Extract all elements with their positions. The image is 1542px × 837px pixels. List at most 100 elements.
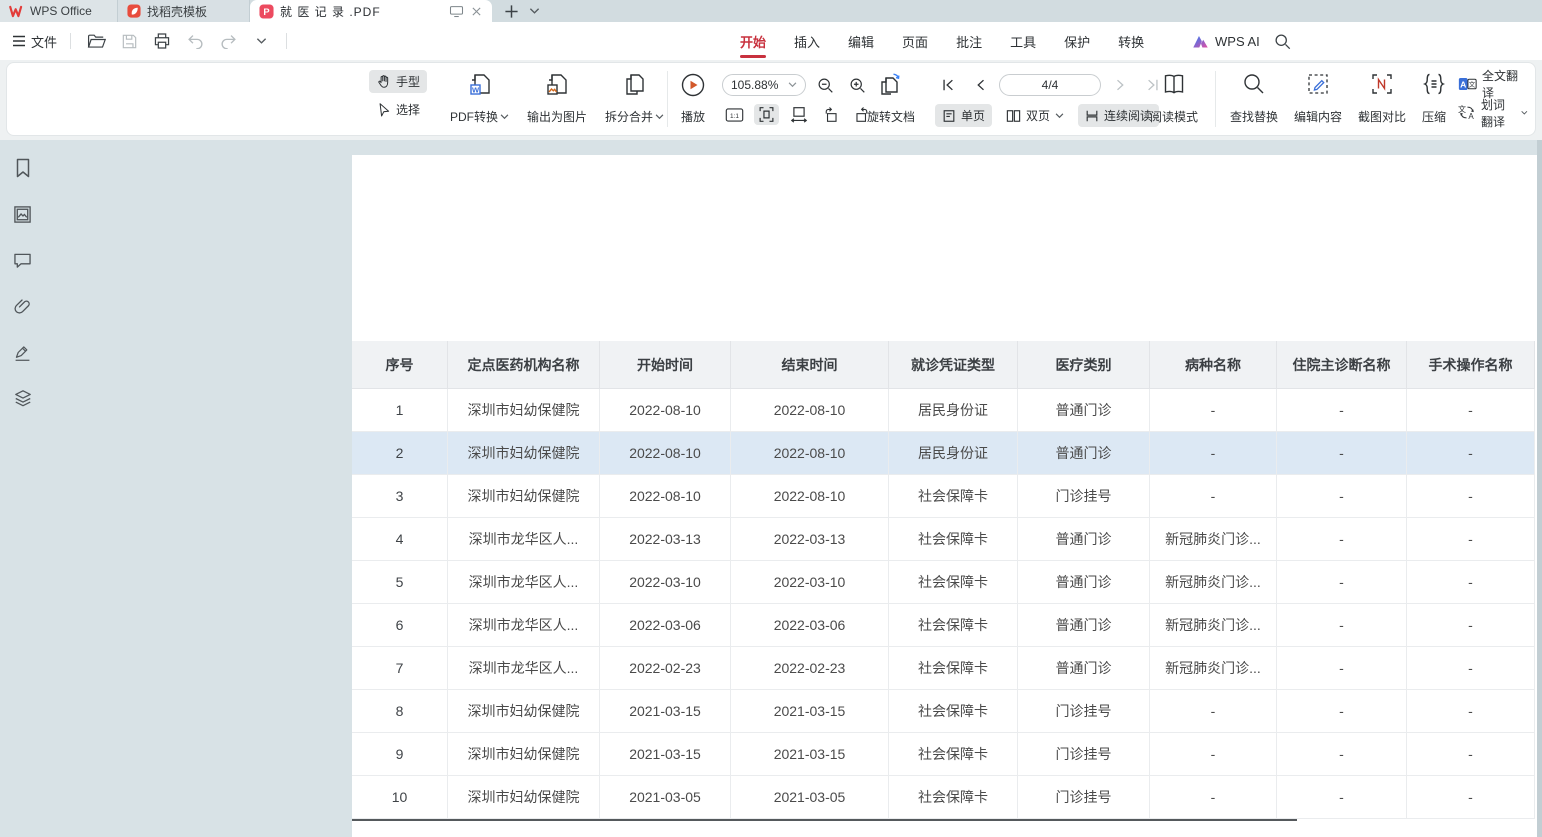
tab-docer[interactable]: 找稻壳模板 bbox=[118, 0, 250, 22]
table-row[interactable]: 9 深圳市妇幼保健院 2021-03-15 2021-03-15 社会保障卡 门… bbox=[352, 733, 1535, 776]
layers-panel-icon[interactable] bbox=[10, 385, 36, 411]
tab-list-chevron-icon[interactable] bbox=[529, 7, 540, 15]
svg-text:文: 文 bbox=[1469, 79, 1476, 88]
pdf-convert-button[interactable]: W PDF转换 bbox=[445, 69, 514, 127]
page-number-input[interactable] bbox=[999, 74, 1101, 96]
vertical-scrollbar[interactable] bbox=[1537, 140, 1542, 837]
play-button[interactable]: 播放 bbox=[675, 69, 711, 127]
table-row[interactable]: 2 深圳市妇幼保健院 2022-08-10 2022-08-10 居民身份证 普… bbox=[352, 432, 1535, 475]
cell-start-date: 2021-03-15 bbox=[600, 733, 731, 776]
table-row[interactable]: 3 深圳市妇幼保健院 2022-08-10 2022-08-10 社会保障卡 门… bbox=[352, 475, 1535, 518]
thumbnail-panel-icon[interactable] bbox=[10, 201, 36, 227]
table-row[interactable]: 7 深圳市龙华区人... 2022-02-23 2022-02-23 社会保障卡… bbox=[352, 647, 1535, 690]
zoom-out-icon[interactable] bbox=[813, 75, 838, 96]
menu-bar: 文件 开始插入编辑页面批注工具保护转换 bbox=[0, 22, 1542, 60]
cell-operation-name: - bbox=[1407, 604, 1535, 647]
svg-text:文: 文 bbox=[1458, 104, 1466, 114]
cell-disease-name: 新冠肺炎门诊... bbox=[1150, 561, 1277, 604]
cell-disease-name: - bbox=[1150, 432, 1277, 475]
double-page-view-button[interactable]: 双页 bbox=[999, 104, 1071, 127]
cell-index: 2 bbox=[352, 432, 448, 475]
zoom-level-value: 105.88% bbox=[731, 78, 778, 92]
menu-item[interactable]: 转换 bbox=[1104, 22, 1158, 60]
menu-item[interactable]: 保护 bbox=[1050, 22, 1104, 60]
tab-document-active[interactable]: P 就 医 记 录 .PDF bbox=[250, 0, 492, 22]
fit-width-icon[interactable] bbox=[786, 104, 811, 125]
cell-operation-name: - bbox=[1407, 475, 1535, 518]
cell-medical-category: 普通门诊 bbox=[1018, 432, 1150, 475]
compress-button[interactable]: 压缩 bbox=[1417, 69, 1451, 127]
hand-tool-button[interactable]: 手型 bbox=[369, 70, 427, 93]
table-bottom-border bbox=[352, 819, 1297, 821]
menu-item[interactable]: 工具 bbox=[996, 22, 1050, 60]
full-text-translate-button[interactable]: A文 全文翻译 bbox=[1451, 72, 1535, 95]
single-page-view-button[interactable]: 单页 bbox=[935, 104, 992, 127]
signature-icon[interactable] bbox=[10, 339, 36, 365]
redo-icon[interactable] bbox=[216, 29, 240, 53]
undo-icon[interactable] bbox=[183, 29, 207, 53]
cell-institution: 深圳市妇幼保健院 bbox=[448, 475, 600, 518]
new-tab-icon[interactable] bbox=[504, 4, 519, 19]
cell-disease-name: - bbox=[1150, 389, 1277, 432]
table-row[interactable]: 10 深圳市妇幼保健院 2021-03-05 2021-03-05 社会保障卡 … bbox=[352, 776, 1535, 819]
cell-institution: 深圳市妇幼保健院 bbox=[448, 690, 600, 733]
menu-item[interactable]: 插入 bbox=[780, 22, 834, 60]
export-image-button[interactable]: 输出为图片 bbox=[522, 69, 592, 127]
word-translate-button[interactable]: 文A 划词翻译 bbox=[1451, 101, 1535, 124]
comment-panel-icon[interactable] bbox=[10, 247, 36, 273]
play-label: 播放 bbox=[681, 108, 705, 125]
divider bbox=[286, 33, 287, 49]
chevron-down-icon bbox=[500, 114, 509, 120]
menu-item[interactable]: 批注 bbox=[942, 22, 996, 60]
present-monitor-icon[interactable] bbox=[449, 5, 464, 18]
wps-ai-menu[interactable]: WPS AI bbox=[1192, 22, 1260, 60]
actual-size-icon[interactable]: 1:1 bbox=[722, 104, 747, 125]
find-replace-label: 查找替换 bbox=[1230, 108, 1278, 125]
menu-item[interactable]: 开始 bbox=[726, 22, 780, 60]
fit-page-icon[interactable] bbox=[754, 104, 779, 125]
table-row[interactable]: 5 深圳市龙华区人... 2022-03-10 2022-03-10 社会保障卡… bbox=[352, 561, 1535, 604]
more-actions-chevron-icon[interactable] bbox=[249, 29, 273, 53]
divider bbox=[70, 33, 71, 49]
table-row[interactable]: 1 深圳市妇幼保健院 2022-08-10 2022-08-10 居民身份证 普… bbox=[352, 389, 1535, 432]
column-header: 病种名称 bbox=[1150, 341, 1277, 389]
file-menu-button[interactable]: 文件 bbox=[12, 32, 57, 51]
table-row[interactable]: 4 深圳市龙华区人... 2022-03-13 2022-03-13 社会保障卡… bbox=[352, 518, 1535, 561]
pdf-page[interactable]: 序号定点医药机构名称开始时间结束时间就诊凭证类型医疗类别病种名称住院主诊断名称手… bbox=[352, 155, 1537, 837]
menu-item[interactable]: 编辑 bbox=[834, 22, 888, 60]
tab-wps-office[interactable]: WPS Office bbox=[0, 0, 118, 22]
select-tool-button[interactable]: 选择 bbox=[369, 98, 427, 121]
bookmark-icon[interactable] bbox=[10, 155, 36, 181]
cell-institution: 深圳市妇幼保健院 bbox=[448, 389, 600, 432]
search-icon bbox=[1242, 72, 1266, 96]
read-mode-button[interactable]: 阅读模式 bbox=[1145, 69, 1203, 127]
first-page-icon[interactable] bbox=[935, 75, 960, 96]
menu-item[interactable]: 页面 bbox=[888, 22, 942, 60]
edit-content-button[interactable]: 编辑内容 bbox=[1289, 69, 1347, 127]
rotate-document-button[interactable]: 旋转文档 bbox=[862, 69, 920, 127]
table-row[interactable]: 8 深圳市妇幼保健院 2021-03-15 2021-03-15 社会保障卡 门… bbox=[352, 690, 1535, 733]
tab-label: WPS Office bbox=[30, 4, 92, 18]
save-icon[interactable] bbox=[117, 29, 141, 53]
next-page-icon[interactable] bbox=[1108, 75, 1133, 96]
table-row[interactable]: 6 深圳市龙华区人... 2022-03-06 2022-03-06 社会保障卡… bbox=[352, 604, 1535, 647]
attachment-panel-icon[interactable] bbox=[10, 293, 36, 319]
screenshot-compare-button[interactable]: 截图对比 bbox=[1353, 69, 1411, 127]
compress-icon bbox=[1422, 72, 1446, 96]
find-replace-button[interactable]: 查找替换 bbox=[1225, 69, 1283, 127]
hand-icon bbox=[376, 74, 391, 89]
previous-page-icon[interactable] bbox=[967, 75, 992, 96]
print-icon[interactable] bbox=[150, 29, 174, 53]
split-merge-button[interactable]: 拆分合并 bbox=[600, 69, 669, 127]
zoom-level-select[interactable]: 105.88% bbox=[722, 74, 806, 96]
menu-search-icon[interactable] bbox=[1270, 29, 1294, 53]
cell-credential-type: 社会保障卡 bbox=[889, 733, 1018, 776]
cell-institution: 深圳市妇幼保健院 bbox=[448, 733, 600, 776]
word-translate-label: 划词翻译 bbox=[1481, 96, 1516, 130]
rotate-left-icon[interactable] bbox=[818, 104, 843, 125]
split-merge-icon bbox=[622, 72, 648, 98]
open-file-icon[interactable] bbox=[84, 29, 108, 53]
cell-start-date: 2022-08-10 bbox=[600, 475, 731, 518]
tab-label: 找稻壳模板 bbox=[147, 3, 207, 20]
close-tab-icon[interactable] bbox=[470, 5, 483, 18]
